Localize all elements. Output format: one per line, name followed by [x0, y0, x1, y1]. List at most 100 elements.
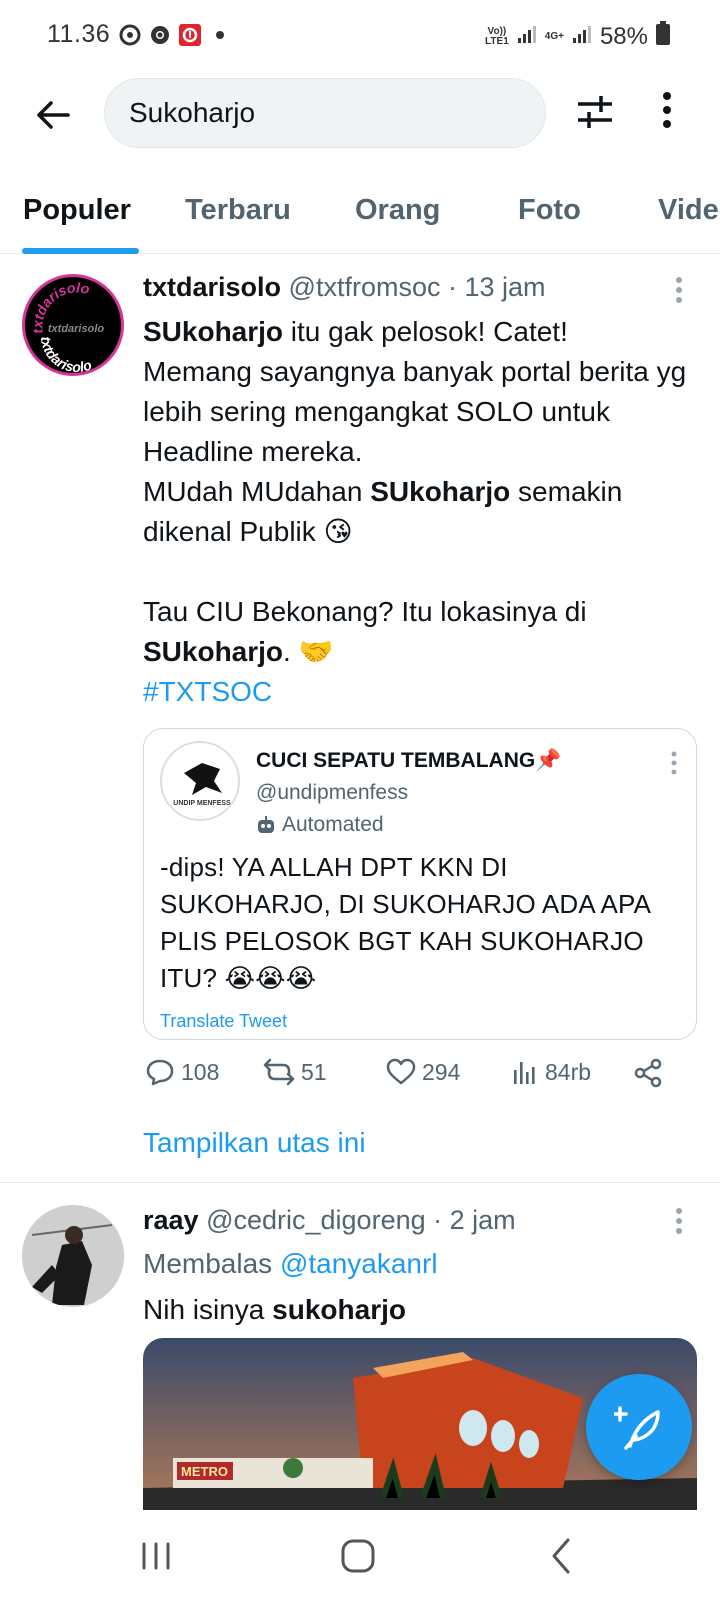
author-name[interactable]: txtdarisolo	[143, 272, 281, 302]
system-icons: Vo)) LTE1 4G+ 58%	[485, 21, 670, 52]
keyword-highlight: sukoharjo	[272, 1294, 406, 1325]
reply-count: 108	[181, 1058, 220, 1085]
avatar-text-bottom: txtdarisolo	[38, 336, 94, 373]
tweet-text-line: . 🤝	[283, 636, 334, 667]
tab-foto[interactable]: Foto	[518, 194, 581, 227]
home-button[interactable]	[336, 1534, 380, 1578]
battery-percent: 58%	[599, 22, 648, 50]
show-thread-link[interactable]: Tampilkan utas ini	[143, 1127, 366, 1159]
more-vertical-icon	[676, 277, 682, 303]
tab-terbaru[interactable]: Terbaru	[185, 194, 291, 227]
home-icon	[341, 1539, 375, 1573]
tweet-time: · 13 jam	[440, 272, 546, 302]
app-notification-icon	[178, 23, 202, 47]
retweet-count: 51	[301, 1058, 327, 1085]
tweet-text-line: Tau CIU Bekonang? Itu lokasinya di	[143, 596, 587, 627]
arrow-left-icon	[37, 101, 70, 129]
notification-icons	[118, 23, 232, 47]
status-bar: 11.36 Vo)) LTE1 4G+ 58%	[0, 0, 720, 72]
tweet-header: txtdarisolo @txtfromsoc · 13 jam	[143, 272, 546, 303]
quoted-author-name: CUCI SEPATU TEMBALANG📌	[256, 749, 562, 772]
tweet-text: SUkoharjo itu gak pelosok! Catet! Memang…	[143, 312, 688, 712]
reply-button[interactable]: 108	[145, 1058, 219, 1086]
tweet-text-line: itu gak pelosok! Catet!	[283, 316, 568, 347]
keyword-highlight: SUkoharjo	[370, 476, 511, 507]
sliders-icon	[578, 96, 612, 128]
tweet-more-button[interactable]	[672, 1207, 686, 1237]
tweet-header: raay @cedric_digoreng · 2 jam	[143, 1205, 516, 1236]
dot-icon	[208, 23, 232, 47]
tab-populer[interactable]: Populer	[23, 194, 131, 227]
retweet-icon	[263, 1058, 295, 1086]
like-button[interactable]: 294	[386, 1058, 460, 1086]
overflow-menu-button[interactable]	[660, 90, 690, 140]
network-type-icon: 4G+	[544, 30, 564, 42]
hashtag-link[interactable]: #TXTSOC	[143, 672, 688, 712]
quoted-more-button[interactable]	[668, 751, 680, 775]
svg-text:txtdarisolo: txtdarisolo	[38, 336, 94, 375]
quoted-text: -dips! YA ALLAH DPT KKN DI SUKOHARJO, DI…	[160, 852, 650, 993]
retweet-button[interactable]: 51	[263, 1058, 327, 1086]
more-vertical-icon	[671, 751, 677, 775]
tweet-time: · 2 jam	[425, 1205, 516, 1235]
tab-video[interactable]: Video	[658, 194, 720, 227]
search-query: Sukoharjo	[129, 97, 256, 128]
tab-orang[interactable]: Orang	[355, 194, 440, 227]
chevron-left-icon	[552, 1538, 570, 1574]
tweet-text-line: MUdah MUdahan	[143, 476, 371, 507]
system-navigation-bar	[0, 1510, 720, 1600]
analytics-icon	[514, 1062, 535, 1084]
avatar-text-mid: txtdarisolo	[48, 323, 105, 335]
recent-apps-button[interactable]	[136, 1534, 180, 1578]
signal-icon-2	[572, 23, 592, 51]
automated-label: Automated	[256, 813, 384, 837]
battery-icon	[656, 21, 670, 52]
back-button[interactable]	[30, 92, 76, 138]
reply-to-link[interactable]: @tanyakanrl	[280, 1248, 438, 1279]
quoted-tweet[interactable]: UNDIP MENFESS CUCI SEPATU TEMBALANG📌 @un…	[143, 728, 697, 1040]
threads-icon	[118, 23, 142, 47]
keyword-highlight: SUkoharjo	[143, 316, 284, 347]
automated-text: Automated	[282, 813, 384, 836]
view-count: 84rb	[545, 1058, 592, 1085]
share-button[interactable]	[633, 1058, 663, 1088]
back-nav-button[interactable]	[540, 1534, 584, 1578]
active-tab-indicator	[22, 248, 139, 254]
quoted-avatar-label: UNDIP MENFESS	[173, 800, 231, 807]
recents-icon	[142, 1542, 170, 1570]
tweet-more-button[interactable]	[672, 276, 686, 306]
compose-tweet-button[interactable]	[586, 1374, 692, 1480]
tweet-actions: 108 51 294 84rb	[143, 1058, 703, 1098]
avatar[interactable]	[22, 1205, 124, 1307]
keyword-highlight: SUkoharjo	[143, 636, 284, 667]
tweet-text: Nih isinya sukoharjo	[143, 1290, 688, 1330]
author-name[interactable]: raay	[143, 1205, 199, 1235]
more-vertical-icon	[676, 1208, 682, 1234]
feather-plus-icon	[614, 1406, 660, 1450]
quoted-avatar[interactable]: UNDIP MENFESS	[160, 741, 240, 821]
reply-context: Membalas @tanyakanrl	[143, 1244, 688, 1284]
heart-icon	[386, 1058, 416, 1085]
views-button[interactable]: 84rb	[511, 1058, 591, 1086]
quoted-author-handle: @undipmenfess	[256, 781, 409, 804]
tweet-text-line: Nih isinya	[143, 1294, 273, 1325]
status-time: 11.36	[47, 20, 111, 48]
chrome-icon	[148, 23, 172, 47]
like-count: 294	[422, 1058, 461, 1085]
search-header: Sukoharjo	[0, 72, 720, 162]
reply-icon	[146, 1059, 174, 1086]
signal-icon-1	[517, 23, 537, 51]
image-sign: METRO	[181, 1464, 228, 1479]
translate-link[interactable]: Translate Tweet	[160, 1011, 287, 1032]
search-tabs: Populer Terbaru Orang Foto Video	[0, 172, 720, 254]
author-handle[interactable]: @txtfromsoc	[289, 272, 441, 302]
tweet-text-line: Memang sayangnya banyak portal berita yg…	[143, 356, 687, 467]
volte-icon: Vo)) LTE1	[485, 25, 509, 47]
tweet-divider	[0, 1182, 720, 1183]
share-icon	[634, 1058, 662, 1088]
filter-button[interactable]	[575, 92, 621, 138]
avatar[interactable]: txtdarisolo txtdarisolo txtdarisolo	[22, 274, 124, 376]
search-input[interactable]: Sukoharjo	[104, 78, 546, 148]
robot-icon	[258, 816, 274, 833]
author-handle[interactable]: @cedric_digoreng	[206, 1205, 426, 1235]
